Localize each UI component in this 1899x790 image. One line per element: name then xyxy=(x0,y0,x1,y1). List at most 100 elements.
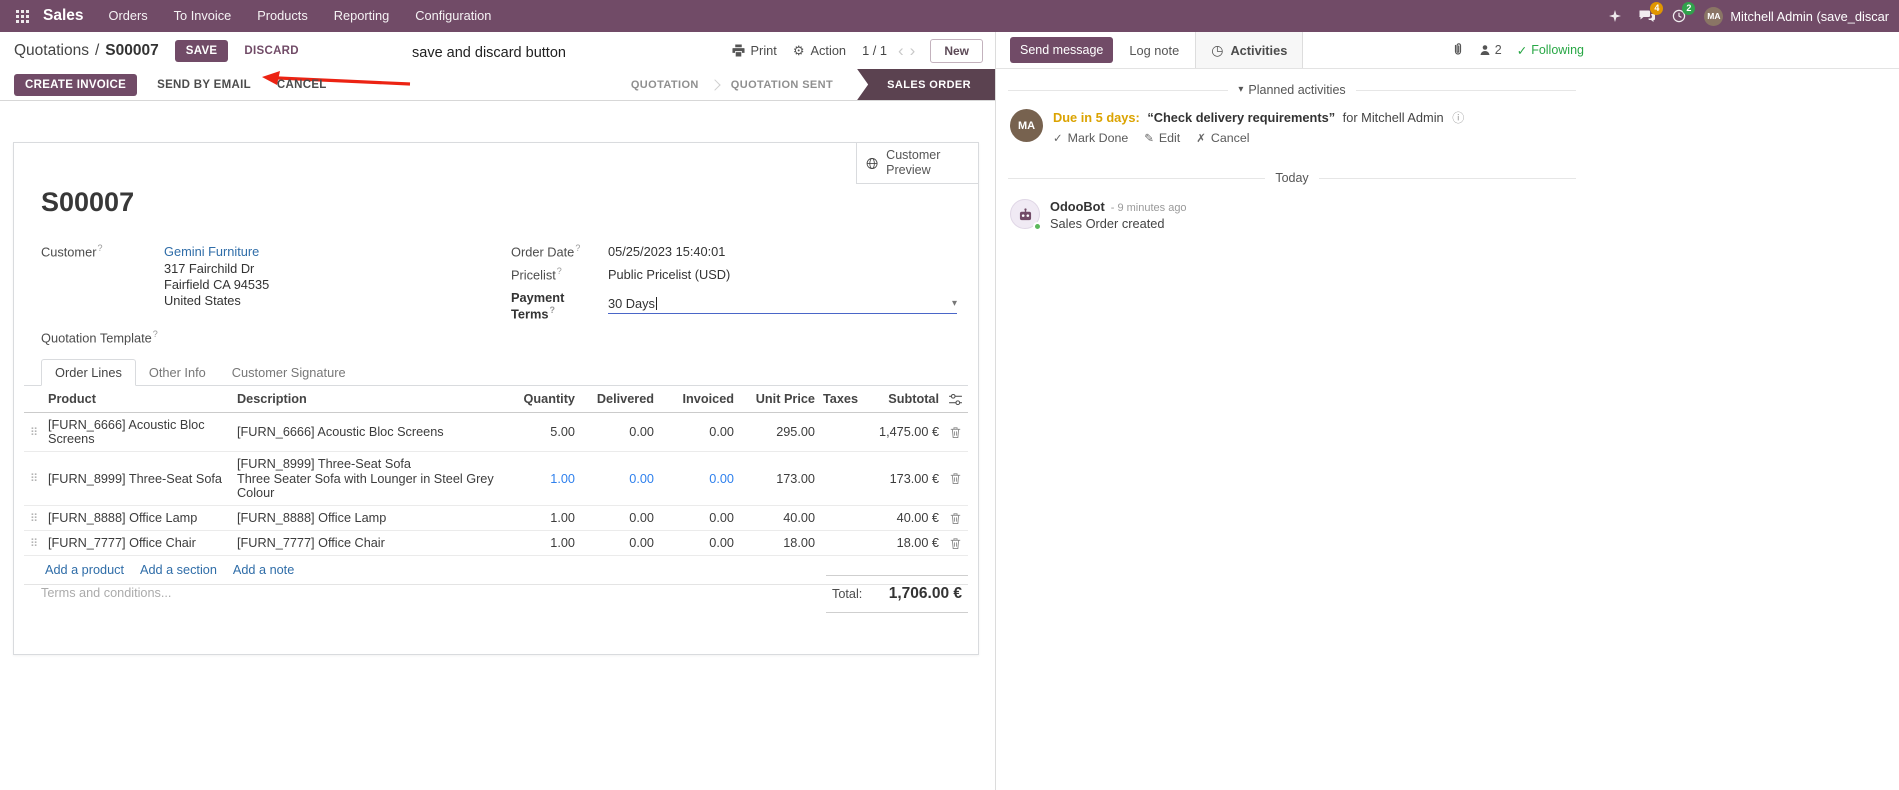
pricelist-value[interactable]: Public Pricelist (USD) xyxy=(608,267,730,282)
cell-subtotal[interactable]: 1,475.00 € xyxy=(874,413,943,451)
cell-delivered[interactable]: 0.00 xyxy=(579,413,658,451)
cell-description[interactable]: [FURN_6666] Acoustic Bloc Screens xyxy=(233,413,509,451)
menu-reporting[interactable]: Reporting xyxy=(321,0,403,32)
col-quantity[interactable]: Quantity xyxy=(509,386,579,412)
drag-handle-icon[interactable]: ⠿ xyxy=(24,413,44,451)
create-invoice-button[interactable]: CREATE INVOICE xyxy=(14,73,138,96)
tab-other-info[interactable]: Other Info xyxy=(136,360,219,385)
add-product-link[interactable]: Add a product xyxy=(45,563,124,577)
cell-unit-price[interactable]: 40.00 xyxy=(738,506,819,530)
dropdown-caret-icon[interactable]: ▾ xyxy=(952,298,957,309)
cell-unit-price[interactable]: 18.00 xyxy=(738,531,819,555)
payment-terms-input[interactable]: 30 Days ▾ xyxy=(608,296,957,315)
customer-link[interactable]: Gemini Furniture xyxy=(164,244,259,259)
mark-done-button[interactable]: ✓ Mark Done xyxy=(1053,131,1128,145)
col-taxes[interactable]: Taxes xyxy=(819,386,874,412)
cell-subtotal[interactable]: 173.00 € xyxy=(874,452,943,505)
status-quotation-sent[interactable]: QUOTATION SENT xyxy=(715,69,849,100)
messages-icon[interactable]: 4 xyxy=(1632,0,1664,32)
apps-menu-icon[interactable] xyxy=(10,9,35,23)
cell-description[interactable]: [FURN_7777] Office Chair xyxy=(233,531,509,555)
cell-taxes[interactable] xyxy=(819,413,874,451)
add-note-link[interactable]: Add a note xyxy=(233,563,294,577)
col-product[interactable]: Product xyxy=(44,386,233,412)
save-button[interactable]: SAVE xyxy=(174,39,229,62)
user-menu[interactable]: MA Mitchell Admin (save_discar xyxy=(1704,6,1889,26)
cell-product[interactable]: [FURN_6666] Acoustic Bloc Screens xyxy=(44,413,233,451)
send-by-email-button[interactable]: SEND BY EMAIL xyxy=(151,74,257,96)
table-row[interactable]: ⠿ [FURN_8888] Office Lamp [FURN_8888] Of… xyxy=(24,506,968,531)
cell-subtotal[interactable]: 18.00 € xyxy=(874,531,943,555)
table-row[interactable]: ⠿ [FURN_6666] Acoustic Bloc Screens [FUR… xyxy=(24,413,968,452)
cell-subtotal[interactable]: 40.00 € xyxy=(874,506,943,530)
cancel-button[interactable]: CANCEL xyxy=(271,74,333,96)
cell-unit-price[interactable]: 173.00 xyxy=(738,452,819,505)
breadcrumb-quotations[interactable]: Quotations xyxy=(14,42,89,59)
status-quotation[interactable]: QUOTATION xyxy=(615,69,715,100)
followers-button[interactable]: 2 xyxy=(1479,43,1502,57)
col-subtotal[interactable]: Subtotal xyxy=(874,386,943,412)
planned-activities-header[interactable]: ▾ Planned activities xyxy=(1008,83,1576,97)
cell-invoiced[interactable]: 0.00 xyxy=(658,531,738,555)
cell-delivered[interactable]: 0.00 xyxy=(579,506,658,530)
cell-invoiced[interactable]: 0.00 xyxy=(658,413,738,451)
activity-clock-icon[interactable]: 2 xyxy=(1664,0,1696,32)
customer-preview-button[interactable]: Customer Preview xyxy=(856,143,978,184)
status-sales-order[interactable]: SALES ORDER xyxy=(857,69,995,100)
delete-row-icon[interactable] xyxy=(943,531,968,555)
cell-taxes[interactable] xyxy=(819,506,874,530)
delete-row-icon[interactable] xyxy=(943,452,968,505)
tab-customer-signature[interactable]: Customer Signature xyxy=(219,360,359,385)
cell-description[interactable]: [FURN_8999] Three-Seat Sofa Three Seater… xyxy=(233,452,509,505)
message-author[interactable]: OdooBot xyxy=(1050,199,1105,214)
app-name[interactable]: Sales xyxy=(43,7,84,25)
info-icon[interactable]: ⓘ xyxy=(1452,111,1464,125)
sparkle-icon[interactable] xyxy=(1600,0,1630,32)
table-row[interactable]: ⠿ [FURN_7777] Office Chair [FURN_7777] O… xyxy=(24,531,968,556)
send-message-button[interactable]: Send message xyxy=(1010,37,1114,63)
action-button[interactable]: ⚙ Action xyxy=(793,43,846,58)
cell-quantity[interactable]: 1.00 xyxy=(509,452,579,505)
pager-next-icon[interactable]: › xyxy=(910,42,916,59)
following-button[interactable]: ✓ Following xyxy=(1517,43,1584,58)
cell-description[interactable]: [FURN_8888] Office Lamp xyxy=(233,506,509,530)
new-button[interactable]: New xyxy=(930,38,983,63)
cell-invoiced[interactable]: 0.00 xyxy=(658,452,738,505)
menu-products[interactable]: Products xyxy=(244,0,321,32)
delete-row-icon[interactable] xyxy=(943,413,968,451)
attachments-button[interactable] xyxy=(1452,42,1464,59)
cell-taxes[interactable] xyxy=(819,531,874,555)
drag-handle-icon[interactable]: ⠿ xyxy=(24,531,44,555)
col-unit-price[interactable]: Unit Price xyxy=(738,386,819,412)
edit-activity-button[interactable]: ✎ Edit xyxy=(1144,131,1180,145)
drag-handle-icon[interactable]: ⠿ xyxy=(24,506,44,530)
menu-configuration[interactable]: Configuration xyxy=(402,0,504,32)
log-note-button[interactable]: Log note xyxy=(1129,43,1179,58)
activities-tab[interactable]: ◷ Activities xyxy=(1195,32,1304,68)
drag-handle-icon[interactable]: ⠿ xyxy=(24,452,44,505)
cell-taxes[interactable] xyxy=(819,452,874,505)
pager[interactable]: 1 / 1 xyxy=(862,43,887,58)
cell-invoiced[interactable]: 0.00 xyxy=(658,506,738,530)
cell-delivered[interactable]: 0.00 xyxy=(579,531,658,555)
cell-delivered[interactable]: 0.00 xyxy=(579,452,658,505)
menu-orders[interactable]: Orders xyxy=(96,0,161,32)
col-invoiced[interactable]: Invoiced xyxy=(658,386,738,412)
menu-to-invoice[interactable]: To Invoice xyxy=(161,0,245,32)
print-button[interactable]: Print xyxy=(731,43,777,58)
discard-button[interactable]: DISCARD xyxy=(238,44,305,58)
order-date-value[interactable]: 05/25/2023 15:40:01 xyxy=(608,244,725,259)
col-description[interactable]: Description xyxy=(233,386,509,412)
delete-row-icon[interactable] xyxy=(943,506,968,530)
add-section-link[interactable]: Add a section xyxy=(140,563,217,577)
tab-order-lines[interactable]: Order Lines xyxy=(41,359,136,386)
cancel-activity-button[interactable]: ✗ Cancel xyxy=(1196,131,1249,145)
col-delivered[interactable]: Delivered xyxy=(579,386,658,412)
cell-product[interactable]: [FURN_8999] Three-Seat Sofa xyxy=(44,452,233,505)
table-row[interactable]: ⠿ [FURN_8999] Three-Seat Sofa [FURN_8999… xyxy=(24,452,968,506)
cell-product[interactable]: [FURN_7777] Office Chair xyxy=(44,531,233,555)
cell-quantity[interactable]: 1.00 xyxy=(509,506,579,530)
terms-placeholder[interactable]: Terms and conditions... xyxy=(41,586,171,600)
cell-unit-price[interactable]: 295.00 xyxy=(738,413,819,451)
pager-previous-icon[interactable]: ‹ xyxy=(898,42,904,59)
